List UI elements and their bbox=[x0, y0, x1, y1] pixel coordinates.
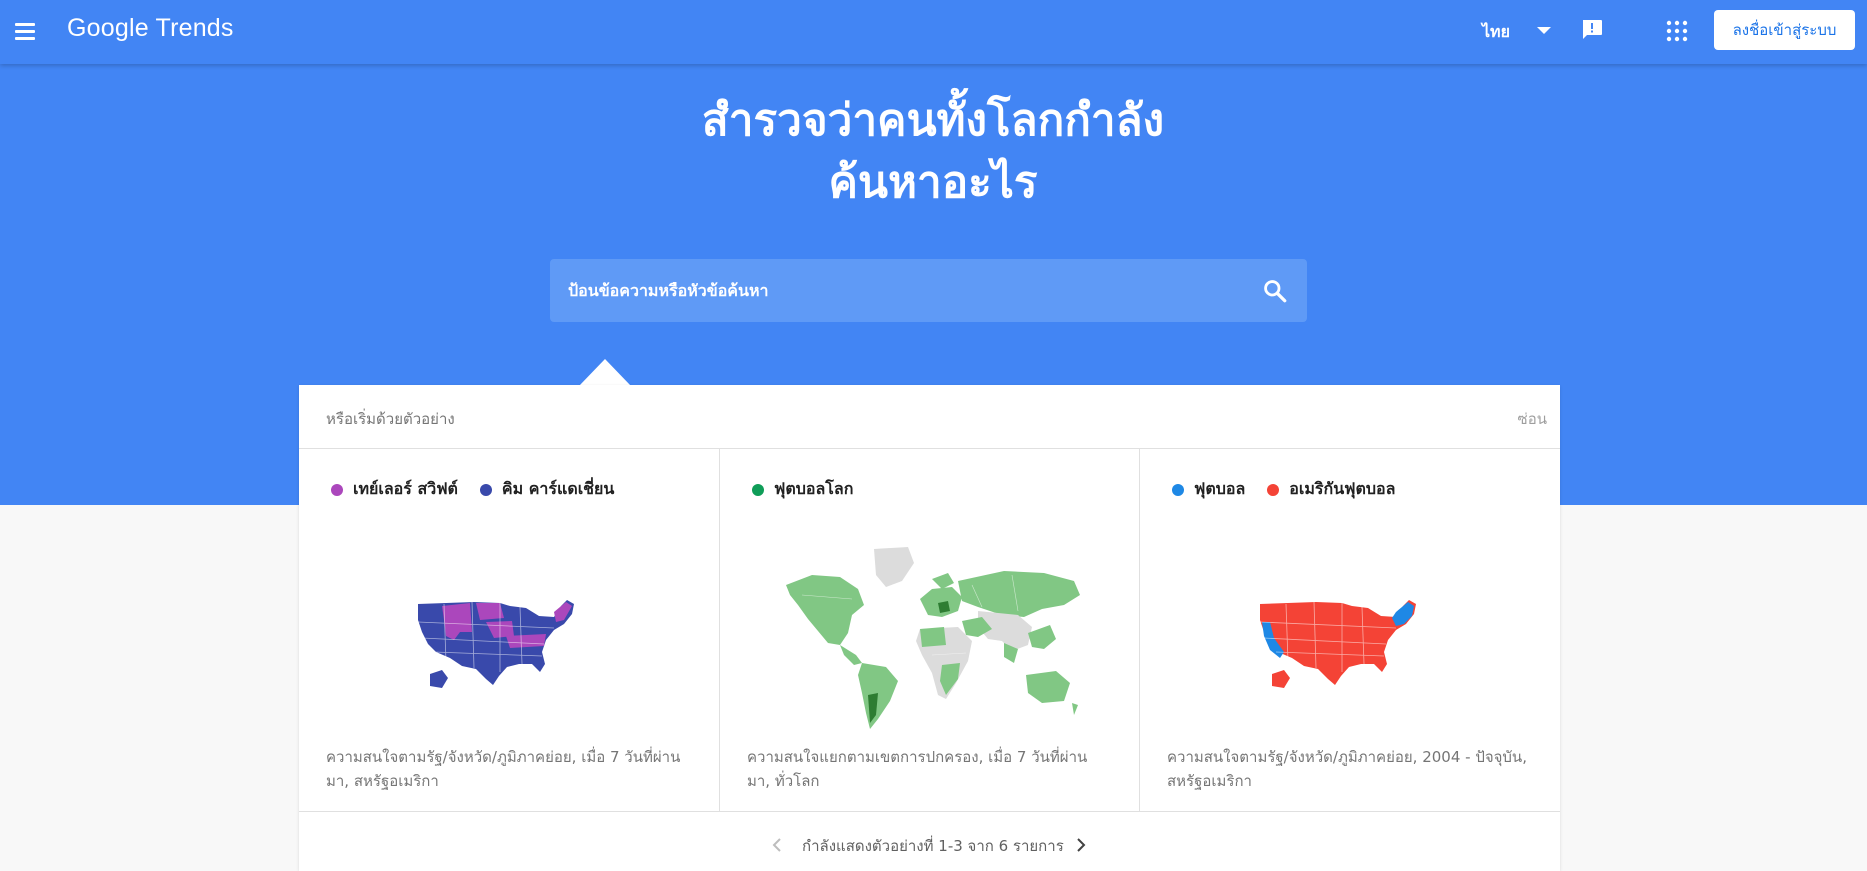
legend-dot bbox=[752, 483, 764, 496]
search-box[interactable] bbox=[550, 259, 1307, 322]
hide-examples-link[interactable]: ซ่อน bbox=[1518, 407, 1547, 431]
search-input[interactable] bbox=[568, 259, 1248, 322]
legend-item: เทย์เลอร์ สวิฟต์ bbox=[331, 477, 458, 502]
example-legend: เทย์เลอร์ สวิฟต์ คิม คาร์แดเชี่ยน bbox=[331, 477, 636, 502]
example-caption: ความสนใจตามรัฐ/จังหวัด/ภูมิภาคย่อย, 2004… bbox=[1167, 748, 1527, 790]
example-legend: ฟุตบอล อเมริกันฟุตบอล bbox=[1172, 477, 1417, 502]
pager-status: กำลังแสดงตัวอย่างที่ 1-3 จาก 6 รายการ bbox=[802, 837, 1064, 855]
legend-dot bbox=[331, 483, 343, 496]
sign-in-button[interactable]: ลงชื่อเข้าสู่ระบบ bbox=[1714, 10, 1855, 50]
legend-label: อเมริกันฟุตบอล bbox=[1289, 479, 1396, 498]
legend-item: คิม คาร์แดเชี่ยน bbox=[479, 477, 615, 502]
example-card-taylor-vs-kim[interactable]: เทย์เลอร์ สวิฟต์ คิม คาร์แดเชี่ยน ความสน… bbox=[299, 449, 719, 811]
legend-item: ฟุตบอลโลก bbox=[752, 477, 853, 502]
apps-grid-icon[interactable] bbox=[1666, 20, 1688, 42]
world-map bbox=[786, 547, 1080, 729]
example-card-football-vs-american-football[interactable]: ฟุตบอล อเมริกันฟุตบอล ความสนใจตามรัฐ/จัง… bbox=[1139, 449, 1560, 811]
chevron-right-icon[interactable] bbox=[1075, 838, 1087, 852]
card-pointer bbox=[579, 359, 631, 386]
logo-brand: Google bbox=[67, 14, 149, 42]
examples-header: หรือเริ่มด้วยตัวอย่าง ซ่อน bbox=[299, 385, 1560, 449]
usa-map bbox=[1259, 600, 1416, 688]
logo-product: Trends bbox=[155, 14, 234, 42]
example-caption: ความสนใจแยกตามเขตการปกครอง, เมื่อ 7 วันท… bbox=[747, 748, 1088, 790]
legend-item: อเมริกันฟุตบอล bbox=[1267, 477, 1395, 502]
examples-pager: กำลังแสดงตัวอย่างที่ 1-3 จาก 6 รายการ bbox=[299, 811, 1560, 871]
menu-icon[interactable] bbox=[12, 18, 38, 44]
usa-map bbox=[417, 600, 574, 688]
legend-item: ฟุตบอล bbox=[1172, 477, 1245, 502]
top-app-bar: Google Trends ไทย ลงชื่อเข้าสู่ระบบ bbox=[0, 0, 1867, 64]
legend-dot bbox=[1267, 483, 1280, 496]
chevron-left-icon[interactable] bbox=[771, 838, 783, 852]
hero-title: สำรวจว่าคนทั้งโลกกำลัง ค้นหาอะไร bbox=[533, 90, 1333, 214]
example-legend: ฟุตบอลโลก bbox=[752, 477, 875, 502]
google-trends-logo[interactable]: Google Trends bbox=[67, 14, 234, 43]
language-selector[interactable]: ไทย bbox=[1482, 20, 1510, 45]
legend-label: คิม คาร์แดเชี่ยน bbox=[501, 479, 615, 498]
example-card-world-cup[interactable]: ฟุตบอลโลก ความสนใจแยกตามเขตการปกครอง, เม… bbox=[719, 449, 1139, 811]
hero-title-line1: สำรวจว่าคนทั้งโลกกำลัง bbox=[701, 95, 1165, 146]
search-icon[interactable] bbox=[1262, 278, 1288, 304]
legend-label: เทย์เลอร์ สวิฟต์ bbox=[353, 479, 458, 498]
examples-card: หรือเริ่มด้วยตัวอย่าง ซ่อน เทย์เลอร์ สวิ… bbox=[299, 385, 1560, 871]
dropdown-caret-icon[interactable] bbox=[1537, 27, 1551, 34]
legend-dot bbox=[479, 483, 492, 496]
example-caption: ความสนใจตามรัฐ/จังหวัด/ภูมิภาคย่อย, เมื่… bbox=[326, 748, 681, 790]
legend-label: ฟุตบอล bbox=[1194, 479, 1246, 498]
legend-label: ฟุตบอลโลก bbox=[774, 479, 854, 498]
examples-header-label: หรือเริ่มด้วยตัวอย่าง bbox=[326, 410, 455, 428]
legend-dot bbox=[1172, 483, 1184, 496]
hero-title-line2: ค้นหาอะไร bbox=[828, 157, 1038, 208]
feedback-icon[interactable] bbox=[1580, 18, 1604, 42]
